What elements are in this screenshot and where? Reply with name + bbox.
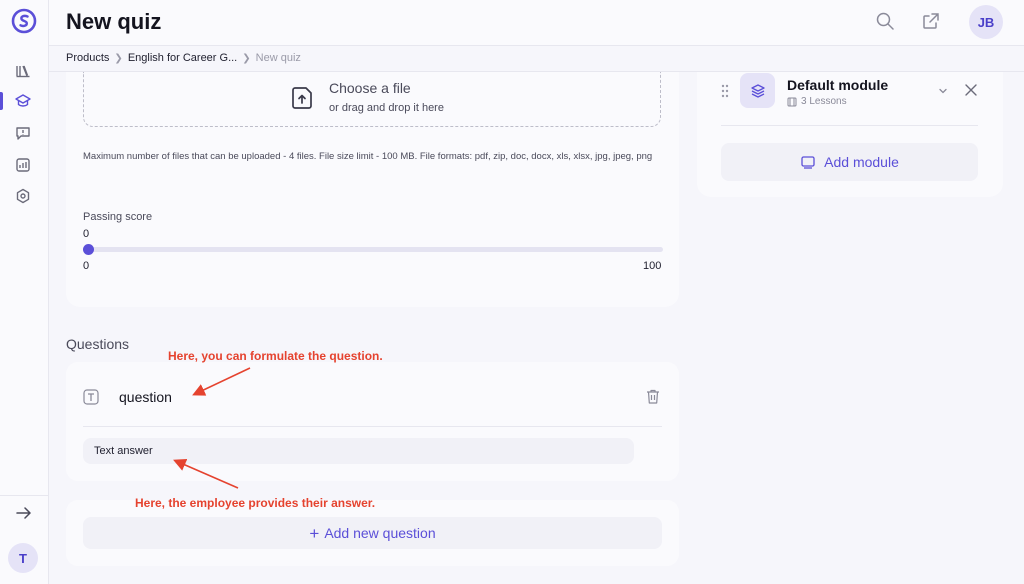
library-icon[interactable] xyxy=(14,62,32,80)
trash-icon[interactable] xyxy=(645,388,661,405)
external-link-icon[interactable] xyxy=(921,11,941,31)
plus-icon: + xyxy=(309,523,320,543)
breadcrumb-current: New quiz xyxy=(255,52,301,64)
question-text[interactable]: question xyxy=(119,389,172,405)
add-question-button[interactable]: + Add new question xyxy=(83,517,662,549)
user-avatar[interactable]: JB xyxy=(969,5,1003,39)
add-module-button[interactable]: Add module xyxy=(721,143,978,181)
question-card: question Text answer xyxy=(66,362,679,481)
annotation-answer-hint: Here, the employee provides their answer… xyxy=(135,496,376,510)
app-logo-icon[interactable] xyxy=(11,8,37,34)
top-header: New quiz JB xyxy=(49,0,1024,46)
dropzone-title: Choose a file xyxy=(329,80,411,96)
courses-icon[interactable] xyxy=(14,92,32,110)
module-lessons: 3 Lessons xyxy=(787,96,847,107)
quiz-settings-card: Choose a file or drag and drop it here M… xyxy=(66,72,679,307)
breadcrumb-item-products[interactable]: Products xyxy=(66,52,109,64)
slider-min-label: 0 xyxy=(83,260,90,272)
module-panel: Default module 3 Lessons Add module xyxy=(697,72,1003,197)
chevron-right-icon: ❯ xyxy=(242,52,251,64)
file-limits-note: Maximum number of files that can be uplo… xyxy=(83,151,653,162)
question-divider xyxy=(83,426,662,427)
lessons-count: 3 Lessons xyxy=(801,96,847,107)
passing-score-value: 0 xyxy=(83,228,90,240)
search-icon[interactable] xyxy=(875,11,895,31)
answer-type-field[interactable]: Text answer xyxy=(83,438,634,464)
feedback-icon[interactable] xyxy=(14,124,32,142)
analytics-icon[interactable] xyxy=(14,156,32,174)
file-dropzone[interactable]: Choose a file or drag and drop it here xyxy=(83,72,661,127)
layers-icon xyxy=(740,73,775,108)
breadcrumb: Products ❯ English for Career G... ❯ New… xyxy=(66,52,301,64)
passing-score-label: Passing score xyxy=(83,211,153,223)
page-title: New quiz xyxy=(66,9,162,34)
module-title[interactable]: Default module xyxy=(787,77,888,93)
active-nav-indicator xyxy=(0,92,3,110)
slider-max-label: 100 xyxy=(643,260,662,272)
passing-score-slider[interactable] xyxy=(86,247,663,252)
add-module-label: Add module xyxy=(824,154,899,170)
questions-heading: Questions xyxy=(66,336,130,352)
film-icon xyxy=(787,97,797,106)
dropzone-subtitle: or drag and drop it here xyxy=(329,102,444,114)
text-type-icon xyxy=(83,389,99,405)
slider-thumb[interactable] xyxy=(83,244,94,255)
settings-icon[interactable] xyxy=(14,187,32,205)
chevron-down-icon[interactable] xyxy=(938,86,948,96)
left-sidebar: T xyxy=(0,0,49,584)
close-icon[interactable] xyxy=(964,83,978,97)
expand-sidebar-icon[interactable] xyxy=(15,504,33,522)
chevron-right-icon: ❯ xyxy=(114,52,123,64)
add-question-label: Add new question xyxy=(324,525,436,541)
breadcrumb-item-course[interactable]: English for Career G... xyxy=(128,52,237,64)
workspace-avatar[interactable]: T xyxy=(8,543,38,573)
drag-handle-icon[interactable] xyxy=(721,84,729,98)
upload-file-icon xyxy=(292,87,312,109)
module-add-icon xyxy=(801,156,815,169)
module-divider xyxy=(721,125,978,126)
annotation-question-hint: Here, you can formulate the question. xyxy=(168,349,383,363)
sidebar-divider xyxy=(0,495,49,496)
